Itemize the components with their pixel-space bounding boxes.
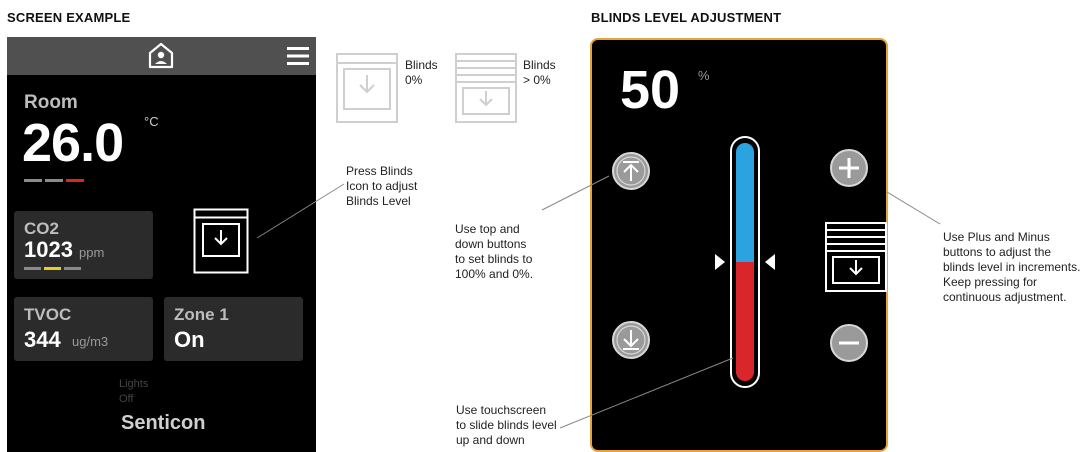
co2-bar-2	[44, 267, 61, 270]
note-plus-minus-line: buttons to adjust the	[943, 245, 1052, 259]
slider-upper-fill	[736, 143, 754, 262]
note-plus-minus-line: Keep pressing for	[943, 275, 1038, 289]
legend-blinds-0-line1: Blinds	[405, 58, 438, 72]
co2-bar-1	[24, 267, 41, 270]
top-bar	[7, 37, 316, 75]
room-unit: °C	[144, 114, 159, 129]
pointer-plus-minus	[886, 191, 941, 225]
co2-bar-3	[64, 267, 81, 270]
hamburger-menu-icon[interactable]	[287, 47, 309, 65]
note-top-down: Use top and down buttons to set blinds t…	[455, 222, 533, 282]
co2-label: CO2	[24, 219, 59, 238]
note-top-down-line: 100% and 0%.	[455, 267, 534, 281]
room-bar-2	[45, 179, 63, 182]
slider-track	[736, 143, 754, 381]
note-press-blinds-line: Press Blinds	[346, 164, 413, 178]
tvoc-unit: ug/m3	[72, 334, 109, 349]
brand-logo: Senticon	[121, 412, 206, 434]
note-plus-minus-line: blinds level in increments.	[943, 260, 1081, 274]
level-unit: %	[698, 68, 710, 83]
slider-marker-left-icon	[715, 254, 725, 270]
lights-label: Lights	[119, 378, 149, 390]
tvoc-panel[interactable]: TVOC 344 ug/m3	[14, 297, 153, 361]
blinds-bottom-button[interactable]	[611, 320, 651, 360]
co2-panel[interactable]: CO2 1023 ppm	[14, 211, 153, 279]
note-top-down-line: to set blinds to	[455, 252, 533, 266]
level-slider[interactable]	[730, 136, 760, 388]
blinds-icon-button[interactable]	[193, 208, 249, 274]
co2-unit: ppm	[79, 245, 105, 260]
home-icon[interactable]	[146, 40, 176, 70]
note-touchscreen-line: up and down	[456, 433, 525, 447]
blinds-adjust-screen: 50 %	[590, 38, 888, 452]
room-bar-3	[66, 179, 84, 182]
tvoc-value: 344	[24, 327, 61, 352]
blinds-open-icon	[455, 53, 517, 123]
slider-marker-right-icon	[765, 254, 775, 270]
note-press-blinds-line: Icon to adjust	[346, 179, 418, 193]
note-touchscreen: Use touchscreen to slide blinds level up…	[456, 403, 557, 452]
zone-value: On	[174, 327, 205, 352]
note-plus-minus: Use Plus and Minus buttons to adjust the…	[943, 230, 1080, 305]
room-temperature: 26.0	[22, 113, 124, 173]
note-plus-minus-line: continuous adjustment.	[943, 290, 1067, 304]
blinds-closed-icon	[336, 53, 398, 123]
legend-blinds-0-line2: 0%	[405, 73, 423, 87]
note-plus-minus-line: Use Plus and Minus	[943, 230, 1050, 244]
device-screen: Room 26.0 °C CO2 1023 ppm TVOC 344 ug/m3…	[7, 37, 316, 452]
note-touchscreen-line: to slide blinds level	[456, 418, 557, 432]
blinds-top-button[interactable]	[611, 151, 651, 191]
zone-label: Zone 1	[174, 305, 229, 324]
note-top-down-line: Use top and	[455, 222, 520, 236]
note-touchscreen-line: Use touchscreen	[456, 403, 547, 417]
zone-panel[interactable]: Zone 1 On	[164, 297, 303, 361]
lights-state: Off	[119, 393, 134, 405]
note-press-blinds: Press Blinds Icon to adjust Blinds Level	[346, 164, 417, 209]
co2-value: 1023	[24, 237, 73, 262]
tvoc-label: TVOC	[24, 305, 72, 324]
minus-button[interactable]	[829, 323, 869, 363]
legend-blinds-gt0-line2: > 0%	[523, 73, 551, 87]
room-label: Room	[24, 92, 78, 113]
note-press-blinds-line: Blinds Level	[346, 194, 411, 208]
blinds-status-icon	[825, 222, 887, 292]
screen-example-title: SCREEN EXAMPLE	[7, 10, 131, 25]
level-value: 50	[620, 60, 681, 120]
plus-button[interactable]	[829, 148, 869, 188]
legend-blinds-gt0-line1: Blinds	[523, 58, 556, 72]
blinds-adjust-title: BLINDS LEVEL ADJUSTMENT	[591, 10, 782, 25]
room-bar-1	[24, 179, 42, 182]
note-top-down-line: down buttons	[455, 237, 527, 251]
slider-lower-fill	[736, 262, 754, 381]
